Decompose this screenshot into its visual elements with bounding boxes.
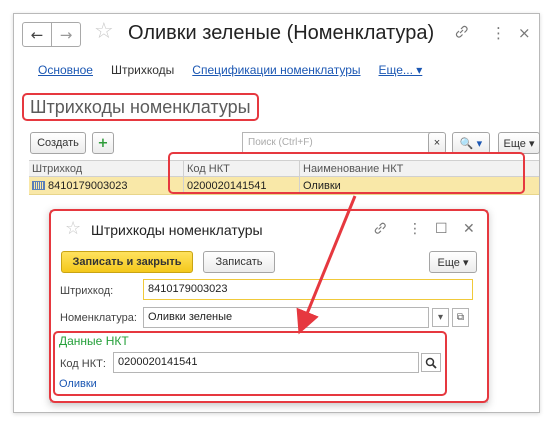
nkt-name-link[interactable]: Оливки (59, 378, 97, 390)
back-button[interactable]: ← (22, 22, 52, 47)
tab-more[interactable]: Еще... ▾ (379, 63, 423, 81)
barcodes-table: Штрихкод Код НКТ Наименование НКТ 841017… (29, 160, 539, 198)
section-title: Штрихкоды номенклатуры (22, 93, 259, 121)
more-actions-button[interactable]: Еще ▾ (429, 251, 477, 273)
barcode-icon (32, 181, 45, 190)
link-icon[interactable] (454, 24, 469, 43)
save-button[interactable]: Записать (203, 251, 275, 273)
table-row[interactable]: 8410179003023 0200020141541 Оливки (29, 177, 539, 195)
cell-nkt-name: Оливки (299, 177, 539, 194)
nomenclature-label: Номенклатура: (60, 312, 137, 324)
nkt-code-label: Код НКТ: (60, 358, 106, 370)
title-bar: ← → ☆ Оливки зеленые (Номенклатура) ⋮ × (14, 14, 539, 54)
tab-barcodes[interactable]: Штрихкоды (111, 63, 174, 81)
nkt-group-title: Данные НКТ (59, 334, 129, 348)
close-icon[interactable]: × (518, 24, 531, 42)
arrow-left-icon: ← (30, 25, 44, 44)
open-icon[interactable]: ⧉ (452, 308, 469, 327)
create-button[interactable]: Создать (30, 132, 86, 154)
column-header-nkt-code[interactable]: Код НКТ (183, 161, 299, 176)
tab-specifications[interactable]: Спецификации номенклатуры (192, 63, 360, 81)
barcode-field[interactable]: 8410179003023 (143, 279, 473, 300)
cell-nkt-code: 0200020141541 (183, 177, 299, 194)
maximize-icon[interactable]: ☐ (435, 221, 448, 237)
search-icon[interactable] (421, 353, 441, 372)
more-vertical-icon[interactable]: ⋮ (491, 24, 506, 42)
save-and-close-button[interactable]: Записать и закрыть (61, 251, 193, 273)
dialog-title: Штрихкоды номенклатуры (91, 222, 263, 238)
more-vertical-icon[interactable]: ⋮ (408, 221, 422, 237)
nomenclature-field[interactable]: Оливки зеленые (143, 307, 429, 328)
barcode-value: 8410179003023 (48, 179, 128, 192)
more-actions-button[interactable]: Еще ▾ (498, 132, 540, 154)
cell-barcode: 8410179003023 (29, 177, 183, 194)
window-title: Оливки зеленые (Номенклатура) (128, 22, 435, 44)
search-button[interactable]: 🔍 ▾ (452, 132, 490, 154)
column-header-barcode[interactable]: Штрихкод (29, 161, 183, 176)
search-input[interactable]: Поиск (Ctrl+F) (242, 132, 437, 154)
tab-bar: Основное Штрихкоды Спецификации номенкла… (38, 63, 422, 81)
link-icon[interactable] (373, 221, 387, 239)
column-header-nkt-name[interactable]: Наименование НКТ (299, 161, 539, 176)
barcode-dialog: ☆ Штрихкоды номенклатуры ⋮ ☐ ✕ Записать … (50, 210, 488, 403)
tab-main[interactable]: Основное (38, 63, 93, 81)
dropdown-button[interactable]: ▾ (432, 308, 449, 327)
star-icon[interactable]: ☆ (65, 218, 81, 239)
barcode-label: Штрихкод: (60, 285, 114, 297)
forward-button[interactable]: → (51, 22, 81, 47)
nkt-code-field[interactable]: 0200020141541 (113, 352, 419, 373)
list-toolbar: Создать + Поиск (Ctrl+F) × 🔍 ▾ Еще ▾ (30, 132, 540, 154)
close-icon[interactable]: ✕ (463, 221, 475, 237)
add-copy-button[interactable]: + (92, 132, 114, 154)
clear-search-button[interactable]: × (428, 132, 446, 154)
add-document-icon: + (97, 135, 109, 151)
arrow-right-icon: → (59, 25, 73, 44)
star-icon[interactable]: ☆ (94, 19, 114, 44)
table-header: Штрихкод Код НКТ Наименование НКТ (29, 160, 539, 177)
